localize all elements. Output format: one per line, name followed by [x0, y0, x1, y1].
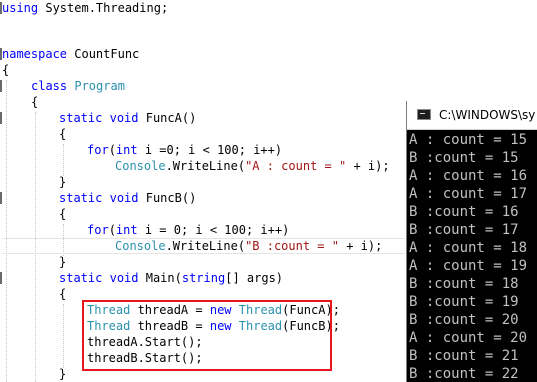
keyword: string [181, 271, 226, 285]
console-output-line: B :count = 15 [409, 150, 519, 166]
code-line-using: using System.Threading; [2, 0, 168, 16]
code-line-brace: } [59, 255, 67, 269]
code-text: CountFunc [67, 47, 140, 61]
indent-guide [63, 144, 64, 176]
keyword: int [115, 143, 138, 157]
keyword: void [109, 111, 139, 125]
console-output-line: B :count = 17 [409, 222, 519, 238]
keyword: using [2, 1, 39, 15]
code-line-brace: { [59, 207, 67, 221]
type-name: Program [74, 79, 125, 93]
code-line-brace: { [31, 95, 39, 109]
indent-guide [63, 304, 64, 368]
console-output-line: A : count = 17 [409, 186, 528, 202]
code-text: ( [108, 223, 116, 237]
keyword: for [87, 143, 109, 157]
keyword: class [31, 79, 68, 93]
code-line-brace: { [59, 127, 67, 141]
code-text: i = 0; i < 100; i++) [137, 223, 290, 237]
code-text: + i); [338, 239, 383, 253]
code-text: FuncB() [138, 191, 197, 205]
code-line-funca-for: for(int i =0; i < 100; i++) [87, 142, 282, 158]
code-line-main-signature: static void Main(string[] args) [59, 270, 283, 286]
code-line-funcb-for: for(int i = 0; i < 100; i++) [87, 222, 289, 238]
code-text: FuncA() [138, 111, 197, 125]
code-line-brace: } [59, 367, 67, 381]
keyword: static [59, 191, 103, 205]
keyword: int [115, 223, 138, 237]
code-text: .WriteLine( [165, 239, 246, 253]
console-output-line: A : count = 16 [409, 168, 528, 184]
code-line-funcb-signature: static void FuncB() [59, 190, 196, 206]
console-window[interactable]: C:\WINDOWS\sy A : count = 15 B :count = … [406, 101, 537, 382]
code-text: System.Threading; [38, 1, 169, 15]
console-title: C:\WINDOWS\sy [439, 108, 536, 122]
console-output-line: A : count = 20 [409, 330, 528, 346]
code-text: Main( [138, 271, 182, 285]
console-output-line: B :count = 18 [409, 276, 519, 292]
code-line-namespace: namespace CountFunc [2, 46, 139, 62]
console-output-line: A : count = 15 [409, 132, 528, 148]
keyword: static [59, 271, 103, 285]
code-line-brace: { [59, 287, 67, 301]
collapse-marker[interactable] [0, 192, 2, 204]
code-line-funca-signature: static void FuncA() [59, 110, 196, 126]
console-output-line: A : count = 18 [409, 240, 528, 256]
code-text: [] args) [225, 271, 284, 285]
keyword: void [109, 191, 139, 205]
console-output-line: B :count = 22 [409, 366, 519, 382]
screenshot-root: using System.Threading; namespace CountF… [0, 0, 537, 382]
type-name: Console [115, 239, 166, 253]
console-output-line: B :count = 21 [409, 348, 519, 364]
collapse-marker[interactable] [0, 272, 2, 284]
code-text: + i); [346, 159, 390, 173]
type-name: Console [115, 159, 166, 173]
keyword: for [87, 223, 109, 237]
console-output-line: B :count = 16 [409, 204, 519, 220]
code-text: i =0; i < 100; i++) [137, 143, 283, 157]
code-line-funca-writeline: Console.WriteLine("A : count = " + i); [115, 158, 390, 174]
string-literal: "B :count = " [245, 239, 339, 253]
code-line-funcb-writeline: Console.WriteLine("B :count = " + i); [115, 238, 382, 254]
keyword: void [109, 271, 139, 285]
collapse-marker[interactable] [0, 112, 2, 124]
console-titlebar[interactable]: C:\WINDOWS\sy [407, 101, 537, 130]
console-output-line: B :count = 20 [409, 312, 519, 328]
highlight-box [82, 300, 332, 371]
indent-guide [6, 80, 7, 382]
code-line-class: class Program [31, 78, 125, 94]
console-window-icon [417, 109, 431, 120]
collapse-marker[interactable] [0, 80, 2, 92]
keyword: namespace [2, 47, 68, 61]
string-literal: "A : count = " [245, 159, 347, 173]
console-output-line: A : count = 19 [409, 258, 528, 274]
code-line-brace: { [2, 63, 10, 77]
code-text: ( [108, 143, 116, 157]
code-text: .WriteLine( [165, 159, 246, 173]
code-line-brace: } [59, 175, 67, 189]
console-output-line: B :count = 19 [409, 294, 519, 310]
keyword: static [59, 111, 103, 125]
